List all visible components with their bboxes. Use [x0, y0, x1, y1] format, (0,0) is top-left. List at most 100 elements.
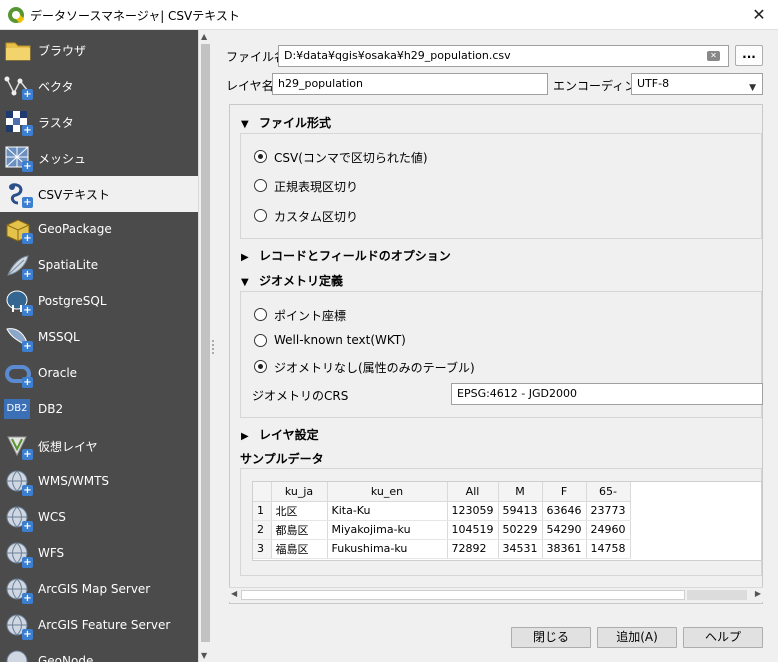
sidebar-scrollbar[interactable]: ▲ ▼ — [198, 30, 212, 662]
table-cell: 50229 — [498, 520, 543, 540]
radio-icon — [254, 308, 267, 321]
sidebar-item-label: WMS/WMTS — [38, 474, 110, 488]
scrollbar-thumb[interactable] — [201, 44, 210, 642]
sidebar-item-virtual-layer[interactable]: + 仮想レイヤ — [0, 428, 198, 464]
sidebar-item-vector[interactable]: + ベクタ — [0, 68, 198, 104]
row-number: 2 — [253, 520, 272, 540]
folder-icon — [4, 37, 32, 63]
db2-badge: DB2 — [4, 399, 30, 419]
collapsed-triangle-icon: ▶ — [241, 252, 249, 263]
table-cell: Miyakojima-ku — [327, 520, 448, 540]
radio-selected-icon — [254, 150, 267, 163]
expanded-triangle-icon: ▼ — [241, 119, 249, 130]
browse-button[interactable]: ... — [735, 45, 763, 66]
scroll-up-icon[interactable]: ▲ — [201, 32, 207, 41]
add-button[interactable]: 追加(A) — [597, 627, 677, 648]
file-name-label: ファイル名 — [226, 50, 287, 64]
scrollbar-thumb[interactable] — [241, 590, 685, 600]
table-cell: 72892 — [447, 539, 499, 559]
clear-icon[interactable]: ✕ — [707, 51, 720, 61]
close-button[interactable]: 閉じる — [511, 627, 591, 648]
sidebar-item-label: WFS — [38, 546, 65, 560]
table-cell: 54290 — [542, 520, 587, 540]
column-header[interactable]: ku_ja — [271, 482, 328, 502]
oracle-icon: + — [4, 361, 33, 388]
title-bar: データソースマネージャ| CSVテキスト ✕ — [0, 0, 778, 30]
radio-label: カスタム区切り — [274, 210, 359, 224]
geometry-header[interactable]: ▼ ジオメトリ定義 — [241, 272, 343, 289]
sidebar-item-geonode[interactable]: GeoNode — [0, 644, 198, 662]
radio-selected-icon — [254, 360, 267, 373]
sidebar-item-arcgis-map-server[interactable]: + ArcGIS Map Server — [0, 572, 198, 608]
geonode-icon — [4, 649, 32, 662]
sidebar-item-geopackage[interactable]: + GeoPackage — [0, 212, 198, 248]
close-window-button[interactable]: ✕ — [748, 4, 770, 26]
table-cell: 38361 — [542, 539, 587, 559]
crs-select[interactable]: EPSG:4612 - JGD2000 — [451, 383, 763, 405]
sidebar-item-mesh[interactable]: + メッシュ — [0, 140, 198, 176]
table-cell: 23773 — [586, 501, 631, 521]
wcs-icon: + — [4, 505, 33, 532]
table-cell: 63646 — [542, 501, 587, 521]
sample-data-table[interactable]: ku_ja ku_en All M F 65- 1 北区 Kita-Ku 123… — [252, 481, 762, 561]
table-cell: 104519 — [447, 520, 499, 540]
window-title: データソースマネージャ| CSVテキスト — [30, 9, 240, 23]
sidebar-item-label: WCS — [38, 510, 66, 524]
sidebar-item-wfs[interactable]: + WFS — [0, 536, 198, 572]
arcgis-feature-icon: + — [4, 613, 33, 640]
splitter-handle[interactable] — [212, 340, 214, 354]
sidebar-item-label: メッシュ — [38, 152, 87, 166]
sidebar-item-mssql[interactable]: + MSSQL — [0, 320, 198, 356]
sidebar-item-csv-text[interactable]: + CSVテキスト — [0, 176, 198, 212]
sidebar-item-browser[interactable]: ブラウザ — [0, 32, 198, 68]
file-format-header[interactable]: ▼ ファイル形式 — [241, 114, 331, 131]
wfs-icon: + — [4, 541, 33, 568]
column-header[interactable]: ku_en — [327, 482, 448, 502]
radio-label: 正規表現区切り — [274, 180, 359, 194]
radio-icon — [254, 334, 267, 347]
sidebar-item-label: 仮想レイヤ — [38, 440, 98, 454]
mssql-icon: + — [4, 325, 33, 352]
column-header[interactable]: F — [542, 482, 587, 502]
sidebar-item-label: ArcGIS Map Server — [38, 582, 151, 596]
encoding-select[interactable]: UTF-8 ▼ — [631, 73, 763, 95]
sidebar-item-raster[interactable]: + ラスタ — [0, 104, 198, 140]
layer-name-input[interactable]: h29_population — [272, 73, 548, 95]
sidebar-item-arcgis-feature-server[interactable]: + ArcGIS Feature Server — [0, 608, 198, 644]
table-cell: 34531 — [498, 539, 543, 559]
scroll-down-icon[interactable]: ▼ — [201, 651, 207, 660]
file-path-input[interactable]: D:¥data¥qgis¥osaka¥h29_population.csv ✕ — [278, 45, 729, 67]
file-path-value: D:¥data¥qgis¥osaka¥h29_population.csv — [284, 49, 511, 62]
help-button[interactable]: ヘルプ — [683, 627, 763, 648]
sidebar-item-postgresql[interactable]: + PostgreSQL — [0, 284, 198, 320]
column-header[interactable]: M — [498, 482, 543, 502]
sidebar-item-db2[interactable]: DB2 DB2 — [0, 392, 198, 428]
sidebar-item-wms-wmts[interactable]: + WMS/WMTS — [0, 464, 198, 500]
section-title: ファイル形式 — [259, 116, 332, 130]
file-format-group: CSV(コンマで区切られた値) 正規表現区切り カスタム区切り — [240, 133, 762, 239]
layer-name-value: h29_population — [278, 77, 364, 90]
layer-settings-header[interactable]: ▶ レイヤ設定 — [241, 426, 319, 443]
horizontal-scrollbar[interactable]: ◀ ▶ — [229, 587, 763, 602]
table-row: 1 北区 Kita-Ku 123059 59413 63646 23773 — [253, 501, 631, 521]
column-header[interactable]: All — [447, 482, 499, 502]
sidebar-item-label: MSSQL — [38, 330, 80, 344]
radio-icon — [254, 209, 267, 222]
record-options-header[interactable]: ▶ レコードとフィールドのオプション — [241, 247, 451, 264]
table-cell: 24960 — [586, 520, 631, 540]
table-header-row: ku_ja ku_en All M F 65- — [253, 482, 631, 502]
crs-value: EPSG:4612 - JGD2000 — [457, 387, 577, 400]
sidebar-item-label: GeoPackage — [38, 222, 112, 236]
table-cell: Kita-Ku — [327, 501, 448, 521]
sidebar-item-label: CSVテキスト — [38, 188, 110, 202]
scrollbar-track-segment[interactable] — [687, 590, 747, 600]
sidebar-item-spatialite[interactable]: + SpatiaLite — [0, 248, 198, 284]
corner-cell — [253, 482, 272, 502]
scroll-left-icon[interactable]: ◀ — [231, 589, 237, 598]
sidebar-item-wcs[interactable]: + WCS — [0, 500, 198, 536]
scroll-right-icon[interactable]: ▶ — [755, 589, 761, 598]
column-header[interactable]: 65- — [586, 482, 631, 502]
wms-icon: + — [4, 469, 33, 496]
sidebar-item-label: ラスタ — [38, 116, 74, 130]
sidebar-item-oracle[interactable]: + Oracle — [0, 356, 198, 392]
